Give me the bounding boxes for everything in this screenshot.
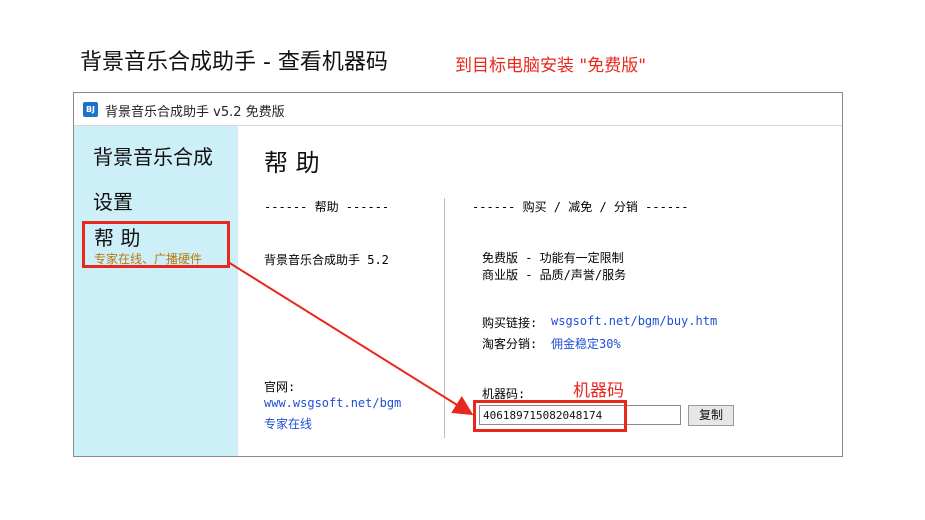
buy-header: ------ 购买 / 减免 / 分销 ------ <box>472 200 689 214</box>
copy-button[interactable]: 复制 <box>688 405 734 426</box>
install-note: 到目标电脑安装 "免费版" <box>455 56 647 76</box>
column-divider <box>444 198 445 438</box>
app-window: BJ 背景音乐合成助手 v5.2 免费版 背景音乐合成 设置 帮 助 专家在线、… <box>73 92 843 457</box>
help-header: ------ 帮助 ------ <box>264 200 390 214</box>
sidebar-item-settings[interactable]: 设置 <box>93 186 133 215</box>
edition-free: 免费版 - 功能有一定限制 <box>482 251 624 265</box>
site-url-link[interactable]: www.wsgsoft.net/bgm <box>264 396 401 410</box>
affiliate-link[interactable]: 佣金稳定30% <box>551 335 621 352</box>
sidebar: 背景音乐合成 设置 帮 助 专家在线、广播硬件 <box>74 126 238 456</box>
affiliate-label: 淘客分销: <box>482 337 538 351</box>
buy-link-label: 购买链接: <box>482 316 538 330</box>
machine-code-highlight-box <box>473 400 627 432</box>
sidebar-item-bgm-compose[interactable]: 背景音乐合成 <box>93 141 213 170</box>
help-highlight-box <box>82 221 230 268</box>
content-title: 帮 助 <box>264 149 320 177</box>
app-icon: BJ <box>83 102 98 117</box>
edition-pro: 商业版 - 品质/声誉/服务 <box>482 268 627 282</box>
site-label: 官网: <box>264 380 296 394</box>
machine-code-callout: 机器码 <box>573 381 624 401</box>
expert-online-link[interactable]: 专家在线 <box>264 415 312 432</box>
buy-link[interactable]: wsgsoft.net/bgm/buy.htm <box>551 314 717 328</box>
window-title: 背景音乐合成助手 v5.2 免费版 <box>105 105 285 120</box>
app-version: 背景音乐合成助手 5.2 <box>264 253 389 267</box>
title-bar: BJ 背景音乐合成助手 v5.2 免费版 <box>74 93 842 126</box>
page-title: 背景音乐合成助手 - 查看机器码 <box>80 50 388 75</box>
